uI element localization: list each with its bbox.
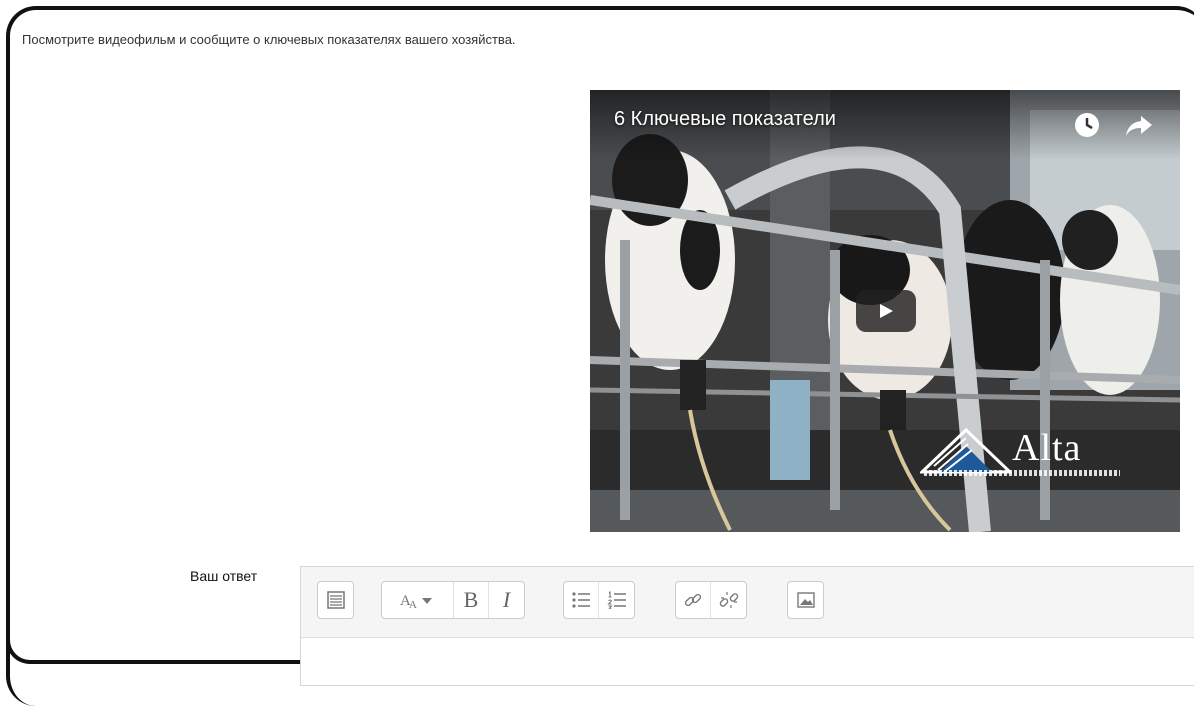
unlink-button[interactable] [711, 582, 746, 618]
editor-toolbar: A A B I [301, 567, 1194, 638]
play-button[interactable] [856, 290, 916, 332]
toolbar-toggle-icon [326, 591, 345, 609]
ordered-list-button[interactable] [599, 582, 634, 618]
answer-label: Ваш ответ [190, 568, 258, 584]
toolbar-group-format: A A B I [381, 581, 525, 619]
toolbar-toggle-button[interactable] [318, 582, 353, 618]
bold-button[interactable]: B [454, 582, 489, 618]
share-icon[interactable] [1124, 110, 1154, 140]
unlink-icon [719, 592, 738, 608]
page-frame-corner [6, 630, 66, 664]
font-style-button[interactable]: A A [382, 582, 454, 618]
toolbar-group-media [787, 581, 824, 619]
answer-editor[interactable]: A A B I [300, 566, 1194, 686]
image-icon [796, 592, 815, 608]
bold-label: B [463, 587, 479, 612]
italic-label: I [502, 587, 511, 612]
video-player[interactable]: 6 Ключевые показатели Alta [590, 90, 1180, 532]
italic-button[interactable]: I [489, 582, 524, 618]
unordered-list-button[interactable] [564, 582, 599, 618]
logo-text: Alta [1012, 427, 1082, 469]
question-prompt: Посмотрите видеофильм и сообщите о ключе… [22, 32, 516, 47]
video-title[interactable]: 6 Ключевые показатели [614, 108, 836, 131]
toolbar-group-links [675, 581, 747, 619]
toolbar-group-toggle [317, 581, 354, 619]
font-style-icon: A A [400, 593, 432, 609]
unordered-list-icon [572, 592, 590, 608]
image-button[interactable] [788, 582, 823, 618]
link-button[interactable] [676, 582, 711, 618]
logo-tagline [924, 470, 1120, 476]
logo-mountain-icon [920, 427, 1012, 474]
watch-later-icon[interactable] [1072, 110, 1102, 140]
play-icon [880, 304, 893, 318]
alta-logo: Alta [920, 426, 1120, 482]
link-icon [684, 593, 702, 607]
ordered-list-icon [606, 591, 626, 609]
toolbar-group-lists [563, 581, 635, 619]
svg-text:A: A [409, 599, 417, 609]
answer-textarea[interactable] [301, 638, 1194, 688]
